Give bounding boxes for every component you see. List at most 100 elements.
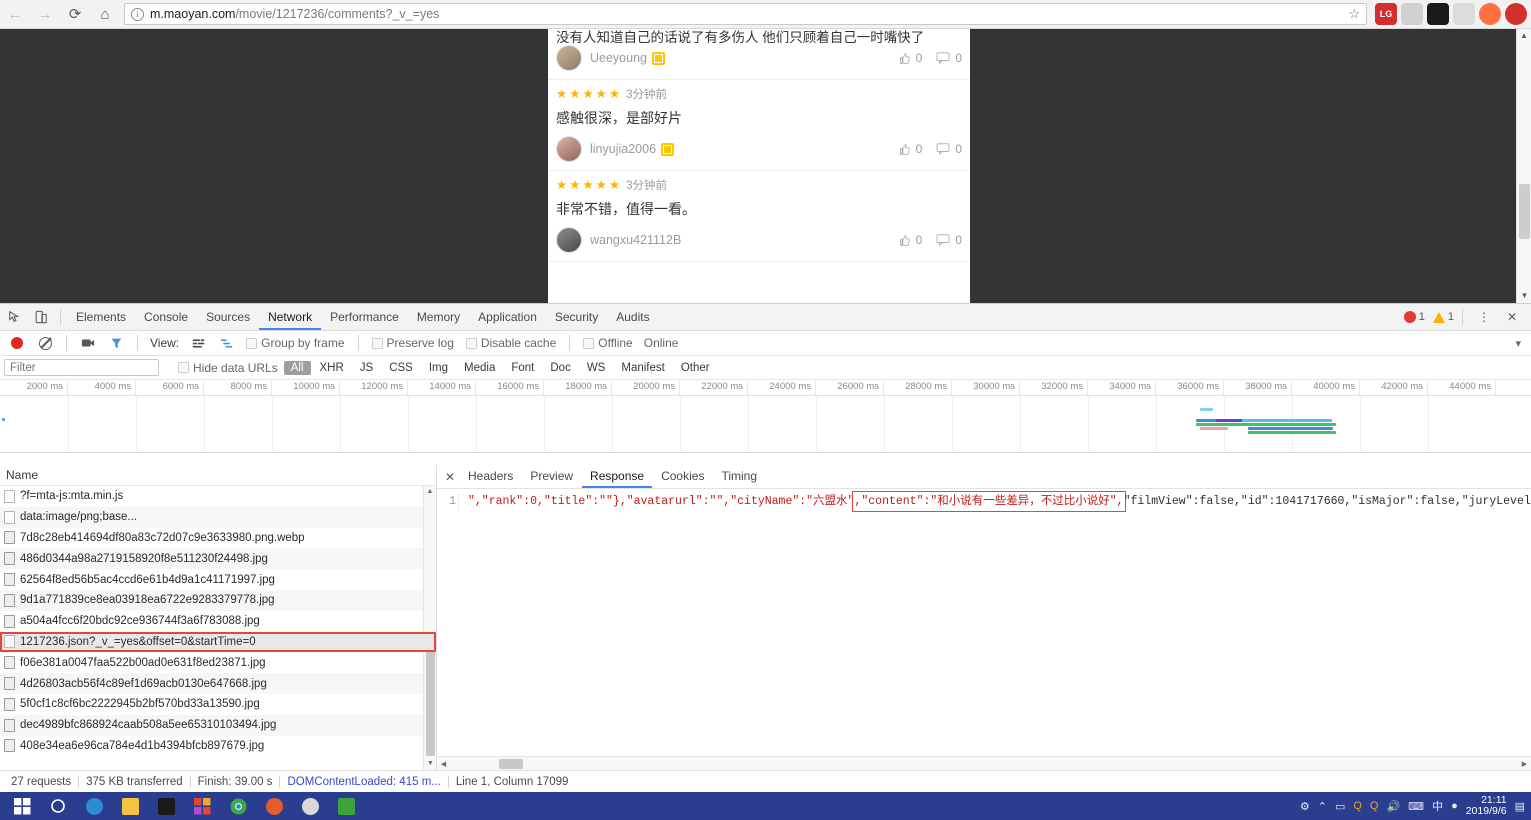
sogou-input-icon[interactable] [292, 792, 328, 820]
capture-screenshots-button[interactable] [75, 330, 101, 356]
waterfall-view-button[interactable] [213, 330, 239, 356]
inspect-element-icon[interactable] [2, 304, 28, 330]
clear-button[interactable] [32, 330, 58, 356]
clock[interactable]: 21:11 2019/9/6 [1466, 795, 1507, 817]
type-filter-manifest[interactable]: Manifest [614, 361, 671, 375]
filter-input[interactable] [4, 359, 159, 376]
tab-network[interactable]: Network [259, 304, 321, 330]
type-filter-xhr[interactable]: XHR [313, 361, 351, 375]
tab-audits[interactable]: Audits [607, 304, 658, 330]
table-row[interactable]: 5f0cf1c8cf6bc2222945b2bf570bd33a13590.jp… [0, 694, 436, 715]
record-button[interactable] [4, 330, 30, 356]
tab-performance[interactable]: Performance [321, 304, 408, 330]
network-share-icon[interactable]: ⚙ [1300, 800, 1310, 813]
request-list-scrollbar[interactable]: ▲ ▼ [423, 486, 436, 770]
type-filter-img[interactable]: Img [422, 361, 455, 375]
table-row[interactable]: 7d8c28eb414694df80a83c72d07c9e3633980.pn… [0, 528, 436, 549]
like-stat[interactable]: 0 [898, 233, 922, 247]
orange-extension-icon[interactable] [1479, 3, 1501, 25]
lastpass-extension-icon[interactable]: LG [1375, 3, 1397, 25]
online-throttling-select[interactable]: Online [640, 336, 683, 350]
group-by-frame-checkbox[interactable]: Group by frame [241, 336, 349, 350]
tab-elements[interactable]: Elements [67, 304, 135, 330]
table-row[interactable]: 408e34ea6e96ca784e4d1b4394bfcb897679.jpg [0, 736, 436, 757]
type-filter-media[interactable]: Media [457, 361, 502, 375]
table-row[interactable]: 4d26803acb56f4c89ef1d69acb0130e647668.jp… [0, 673, 436, 694]
avatar[interactable] [556, 45, 582, 71]
reload-icon[interactable]: ⟳ [60, 0, 90, 29]
home-icon[interactable]: ⌂ [90, 0, 120, 29]
list-extension-icon[interactable] [1401, 3, 1423, 25]
table-row-selected[interactable]: 1217236.json?_v_=yes&offset=0&startTime=… [0, 631, 436, 653]
avatar[interactable] [556, 136, 582, 162]
table-row[interactable]: 486d0344a98a2719158920f8e511230f24498.jp… [0, 548, 436, 570]
scroll-left-arrow[interactable]: ◀ [437, 760, 450, 768]
devtools-menu-icon[interactable]: ⋮ [1471, 304, 1497, 330]
like-stat[interactable]: 0 [898, 142, 922, 156]
bookmark-star-icon[interactable]: ☆ [1348, 6, 1360, 22]
error-indicator[interactable]: 1 [1403, 311, 1425, 323]
scroll-right-arrow[interactable]: ▶ [1518, 760, 1531, 768]
type-filter-js[interactable]: JS [353, 361, 380, 375]
table-row[interactable]: a504a4fcc6f20bdc92ce936744f3a6f783088.jp… [0, 611, 436, 632]
avatar[interactable] [556, 227, 582, 253]
type-filter-doc[interactable]: Doc [543, 361, 577, 375]
disable-cache-checkbox[interactable]: Disable cache [461, 336, 561, 350]
hide-data-urls-checkbox[interactable]: Hide data URLs [173, 361, 283, 375]
office-icon[interactable] [184, 792, 220, 820]
close-response-icon[interactable]: ✕ [441, 470, 459, 484]
scroll-up-arrow[interactable]: ▲ [424, 486, 436, 498]
close-devtools-icon[interactable]: ✕ [1499, 304, 1525, 330]
more-options-icon[interactable]: ▾ [1515, 337, 1531, 350]
battery-icon[interactable]: ▭ [1335, 800, 1345, 813]
globe-icon[interactable]: ● [1451, 800, 1458, 812]
forward-icon[interactable]: → [30, 0, 60, 29]
qq-icon[interactable]: Q [1370, 800, 1379, 812]
table-row[interactable]: f06e381a0047faa522b00ad0e631f8ed23871.jp… [0, 652, 436, 673]
tab-security[interactable]: Security [546, 304, 607, 330]
response-body[interactable]: 1 ","rank":0,"title":""},"avatarurl":"",… [437, 489, 1531, 756]
scroll-up-arrow[interactable]: ▲ [1517, 29, 1531, 43]
action-center-icon[interactable]: ▤ [1515, 800, 1525, 813]
like-stat[interactable]: 0 [898, 51, 922, 65]
tab-cookies[interactable]: Cookies [653, 465, 712, 488]
edge-browser-icon[interactable] [76, 792, 112, 820]
tab-sources[interactable]: Sources [197, 304, 259, 330]
comment-username[interactable]: Ueeyoung [590, 51, 647, 65]
chrome-browser-icon[interactable] [220, 792, 256, 820]
scroll-down-arrow[interactable]: ▼ [1517, 289, 1531, 303]
comment-username[interactable]: linyujia2006 [590, 142, 656, 156]
tab-console[interactable]: Console [135, 304, 197, 330]
name-column-header[interactable]: Name [0, 465, 436, 486]
page-scrollbar[interactable]: ▲ ▼ [1516, 29, 1531, 303]
reply-stat[interactable]: 0 [936, 51, 962, 65]
address-bar[interactable]: i m.maoyan.com /movie/1217236/comments?_… [124, 3, 1367, 25]
qq-icon[interactable]: Q [1353, 800, 1362, 812]
cortana-search-icon[interactable] [40, 792, 76, 820]
table-row[interactable]: dec4989bfc868924caab508a5ee65310103494.j… [0, 714, 436, 736]
tab-response[interactable]: Response [582, 465, 652, 488]
response-horizontal-scrollbar[interactable]: ◀ ▶ [437, 756, 1531, 770]
terminal-icon[interactable] [148, 792, 184, 820]
scroll-down-arrow[interactable]: ▼ [424, 758, 437, 770]
preserve-log-checkbox[interactable]: Preserve log [367, 336, 459, 350]
table-row[interactable]: 9d1a771839ce8ea03918ea6722e9283379778.jp… [0, 589, 436, 611]
table-row[interactable]: 62564f8ed56b5ac4ccd6e61b4d9a1c41171997.j… [0, 569, 436, 590]
show-hidden-icons-chevron-icon[interactable]: ⌃ [1318, 800, 1327, 813]
tab-timing[interactable]: Timing [713, 465, 765, 488]
warning-indicator[interactable]: 1 [1432, 311, 1454, 323]
tab-application[interactable]: Application [469, 304, 546, 330]
reply-stat[interactable]: 0 [936, 233, 962, 247]
firefox-browser-icon[interactable] [256, 792, 292, 820]
circle-extension-icon[interactable] [1453, 3, 1475, 25]
file-explorer-icon[interactable] [112, 792, 148, 820]
type-filter-all[interactable]: All [283, 360, 311, 375]
editor-icon[interactable] [328, 792, 364, 820]
filter-toggle-button[interactable] [103, 330, 129, 356]
keyboard-icon[interactable]: ⌨ [1408, 800, 1424, 813]
table-row[interactable]: ?f=mta-js:mta.min.js [0, 486, 436, 507]
scrollbar-thumb[interactable] [499, 759, 523, 769]
type-filter-other[interactable]: Other [674, 361, 717, 375]
offline-checkbox[interactable]: Offline [578, 336, 637, 350]
type-filter-css[interactable]: CSS [382, 361, 420, 375]
